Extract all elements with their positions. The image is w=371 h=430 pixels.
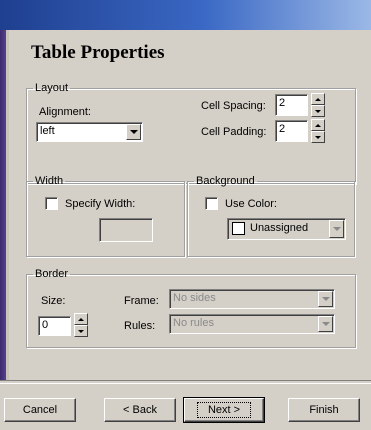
alignment-label: Alignment: [39, 106, 91, 118]
cell-spacing-spinner[interactable] [311, 93, 325, 117]
layout-legend: Layout [35, 82, 69, 94]
spin-down-icon[interactable] [311, 131, 325, 143]
background-legend: Background [196, 175, 255, 187]
chevron-down-icon[interactable] [318, 291, 333, 307]
spin-down-icon[interactable] [74, 325, 88, 337]
cell-padding-value: 2 [279, 123, 286, 135]
frame-value: No sides [173, 292, 216, 304]
rules-value: No rules [173, 317, 214, 329]
width-group: Width [26, 175, 185, 257]
border-legend: Border [35, 268, 69, 280]
spin-up-icon[interactable] [311, 93, 325, 105]
background-group: Background [187, 175, 355, 257]
rules-label: Rules: [124, 320, 156, 332]
size-label: Size: [41, 295, 66, 307]
spin-up-icon[interactable] [311, 119, 325, 131]
alignment-value: left [40, 125, 55, 137]
size-value: 0 [42, 319, 49, 331]
cell-padding-input[interactable]: 2 [275, 120, 308, 142]
chevron-down-icon[interactable] [329, 220, 344, 238]
cancel-button[interactable]: Cancel [4, 398, 76, 422]
frame-select[interactable]: No sides [169, 289, 335, 309]
next-button[interactable]: Next > [183, 397, 265, 423]
use-color-checkbox[interactable] [205, 197, 218, 210]
size-input[interactable]: 0 [38, 316, 71, 336]
side-banner [0, 30, 9, 380]
cell-spacing-value: 2 [279, 97, 286, 109]
chevron-down-icon[interactable] [126, 124, 141, 140]
cell-padding-label: Cell Padding: [201, 126, 267, 138]
width-input[interactable] [99, 218, 153, 242]
spin-down-icon[interactable] [311, 105, 325, 117]
color-value: Unassigned [250, 222, 309, 234]
rules-select[interactable]: No rules [169, 314, 335, 334]
cell-padding-spinner[interactable] [311, 119, 325, 143]
frame-label: Frame: [124, 295, 159, 307]
page-title: Table Properties [31, 42, 165, 63]
button-separator [0, 380, 371, 384]
color-swatch [232, 222, 245, 235]
specify-width-label: Specify Width: [65, 198, 136, 210]
finish-button[interactable]: Finish [288, 398, 360, 422]
size-spinner[interactable] [74, 313, 88, 337]
window-titlebar [0, 0, 371, 30]
dialog-body: Table Properties Layout Alignment: left … [9, 30, 371, 380]
back-button[interactable]: < Back [104, 398, 176, 422]
cell-spacing-input[interactable]: 2 [275, 94, 308, 116]
width-legend: Width [35, 175, 64, 187]
use-color-label: Use Color: [225, 198, 277, 210]
specify-width-checkbox[interactable] [45, 197, 58, 210]
cell-spacing-label: Cell Spacing: [201, 100, 266, 112]
chevron-down-icon[interactable] [318, 316, 333, 332]
alignment-select[interactable]: left [36, 122, 143, 142]
color-select[interactable]: Unassigned [227, 218, 346, 240]
spin-up-icon[interactable] [74, 313, 88, 325]
